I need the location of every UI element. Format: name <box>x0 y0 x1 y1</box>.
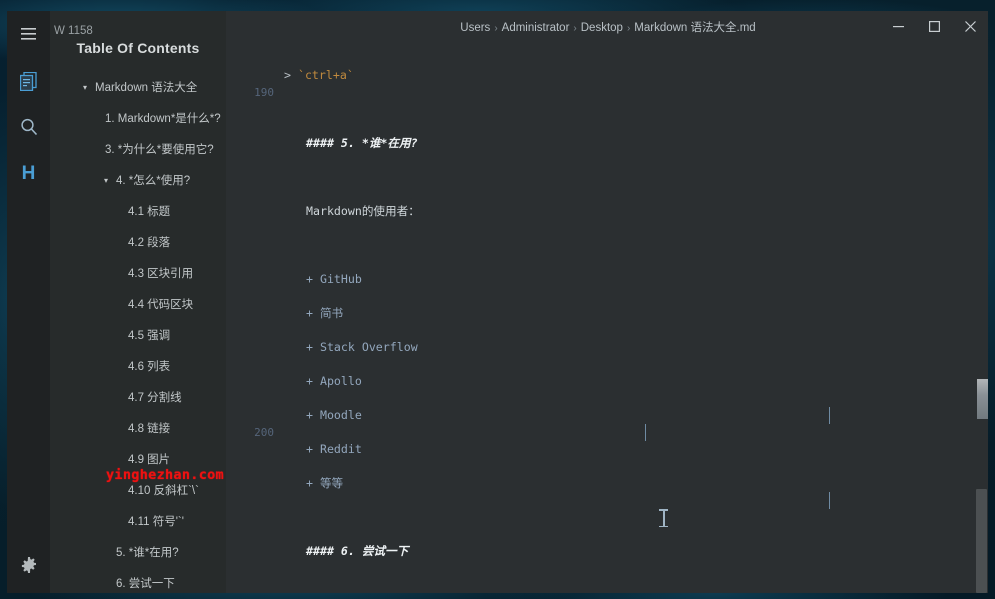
document-outline-icon[interactable] <box>7 61 50 101</box>
markdown-editor-window: H Table Of Contents ▾ Markdown 语法大全 1. M… <box>7 11 988 593</box>
text-caret <box>829 407 830 424</box>
editor-line[interactable]: + Moodle <box>226 373 988 422</box>
breadcrumb-separator-icon: › <box>494 22 498 34</box>
breadcrumb-segment-administrator[interactable]: Administrator <box>502 22 570 34</box>
editor-line[interactable]: 190 <box>226 67 988 99</box>
toc-item-4-3-blockquote[interactable]: 4.3 区块引用 <box>50 258 226 289</box>
vertical-scrollbar[interactable] <box>975 11 988 593</box>
editor-line[interactable]: + Apollo <box>226 339 988 388</box>
screen: H Table Of Contents ▾ Markdown 语法大全 1. M… <box>0 0 995 599</box>
toc-item-label: 4.9 图片 <box>128 453 171 466</box>
editor-line[interactable]: Markdown的使用者： <box>226 169 988 218</box>
line-number: 190 <box>254 86 274 99</box>
toc-item-5-who-uses-it[interactable]: 5. *谁*在用? <box>50 537 226 568</box>
toc-item-label: 1. Markdown*是什么*? <box>105 112 221 125</box>
breadcrumb-segment-file[interactable]: Markdown 语法大全.md <box>634 22 755 34</box>
editor-line[interactable]: + GitHub <box>226 237 988 286</box>
line-number: 200 <box>254 426 274 439</box>
editor-line[interactable]: #### 6. 尝试一下 <box>226 509 988 558</box>
editor-line[interactable]: + 等等 <box>226 441 988 490</box>
toc-item-label: 4.7 分割线 <box>128 391 182 404</box>
toc-item-markdown-syntax[interactable]: ▾ Markdown 语法大全 <box>50 72 226 103</box>
toc-item-label: 4.1 标题 <box>128 205 171 218</box>
toc-item-1-what-is-markdown[interactable]: 1. Markdown*是什么*? <box>50 103 226 134</box>
activity-bar: H <box>7 11 50 593</box>
heading-icon-label: H <box>21 162 36 184</box>
toc-item-label: 6. 尝试一下 <box>116 577 175 590</box>
chevron-down-icon[interactable]: ▾ <box>83 81 87 95</box>
toc-item-label: 4.8 链接 <box>128 422 171 435</box>
toc-item-6-try-it[interactable]: 6. 尝试一下 <box>50 568 226 593</box>
toc-item-4-2-paragraphs[interactable]: 4.2 段落 <box>50 227 226 258</box>
toc-list: ▾ Markdown 语法大全 1. Markdown*是什么*? 3. *为什… <box>50 72 226 593</box>
toc-item-4-6-lists[interactable]: 4.6 列表 <box>50 351 226 382</box>
editor-line[interactable]: 200 + Reddit <box>226 407 988 456</box>
toc-item-label: 4.3 区块引用 <box>128 267 194 280</box>
toc-item-label: 5. *谁*在用? <box>116 546 179 559</box>
toc-item-label: 4.10 反斜杠`\` <box>128 484 199 497</box>
heading-icon[interactable]: H <box>7 153 50 193</box>
watermark: yinghezhan.com <box>106 467 224 483</box>
text-caret <box>645 424 646 441</box>
toc-item-4-4-code-block[interactable]: 4.4 代码区块 <box>50 289 226 320</box>
hamburger-menu-icon[interactable] <box>7 17 50 51</box>
toc-item-label: 4.11 符号'`' <box>128 515 184 528</box>
table-of-contents-panel: Table Of Contents ▾ Markdown 语法大全 1. Mar… <box>50 11 226 593</box>
search-icon[interactable] <box>7 107 50 147</box>
toc-item-label: Markdown 语法大全 <box>95 81 198 94</box>
breadcrumb-segment-users[interactable]: Users <box>460 22 490 34</box>
window-app-label: W 1158 <box>54 25 93 37</box>
editor-line[interactable]: + 简书 <box>226 271 988 320</box>
scrollbar-thumb[interactable] <box>976 489 987 593</box>
toc-item-label: 4.5 强调 <box>128 329 171 342</box>
breadcrumb-separator-icon: › <box>626 22 631 34</box>
chevron-down-icon[interactable]: ▾ <box>104 174 108 188</box>
editor-line[interactable]: > `ctrl+a` <box>226 33 988 82</box>
editor-line[interactable] <box>226 203 988 220</box>
breadcrumb-separator-icon: › <box>573 22 577 34</box>
toc-item-label: 3. *为什么*要使用它? <box>105 143 214 156</box>
editor-pane: Users › Administrator › Desktop › Markdown 语法大… <box>226 11 988 593</box>
settings-gear-icon[interactable] <box>7 545 50 585</box>
toc-item-4-how-to-use[interactable]: ▾ 4. *怎么*使用? <box>50 165 226 196</box>
breadcrumb-segment-desktop[interactable]: Desktop <box>581 22 623 34</box>
editor-line[interactable] <box>226 135 988 152</box>
toc-item-label: 4. *怎么*使用? <box>116 174 191 187</box>
text-caret <box>829 492 830 509</box>
toc-item-3-why-use-it[interactable]: 3. *为什么*要使用它? <box>50 134 226 165</box>
editor-line[interactable]: + **Chrome**下的插件诸如`stackedit`与`markdown-… <box>226 577 988 593</box>
toc-item-label: 4.6 列表 <box>128 360 171 373</box>
mouse-ibeam-cursor <box>659 509 668 527</box>
toc-item-4-11-symbols[interactable]: 4.11 符号'`' <box>50 506 226 537</box>
minimap-marker <box>977 379 988 419</box>
editor-line[interactable]: #### 5. *谁*在用? <box>226 101 988 150</box>
toc-item-4-5-emphasis[interactable]: 4.5 强调 <box>50 320 226 351</box>
toc-item-4-8-links[interactable]: 4.8 链接 <box>50 413 226 444</box>
editor-line[interactable] <box>226 475 988 492</box>
toc-item-4-7-horizontal-rule[interactable]: 4.7 分割线 <box>50 382 226 413</box>
toc-item-label: 4.4 代码区块 <box>128 298 194 311</box>
code-editor-content[interactable]: > `ctrl+a` 190 #### 5. *谁*在用? Markdown的使… <box>226 33 988 593</box>
toc-item-4-1-headings[interactable]: 4.1 标题 <box>50 196 226 227</box>
editor-line[interactable]: + Stack Overflow <box>226 305 988 354</box>
editor-line[interactable] <box>226 543 988 560</box>
toc-item-label: 4.2 段落 <box>128 236 171 249</box>
